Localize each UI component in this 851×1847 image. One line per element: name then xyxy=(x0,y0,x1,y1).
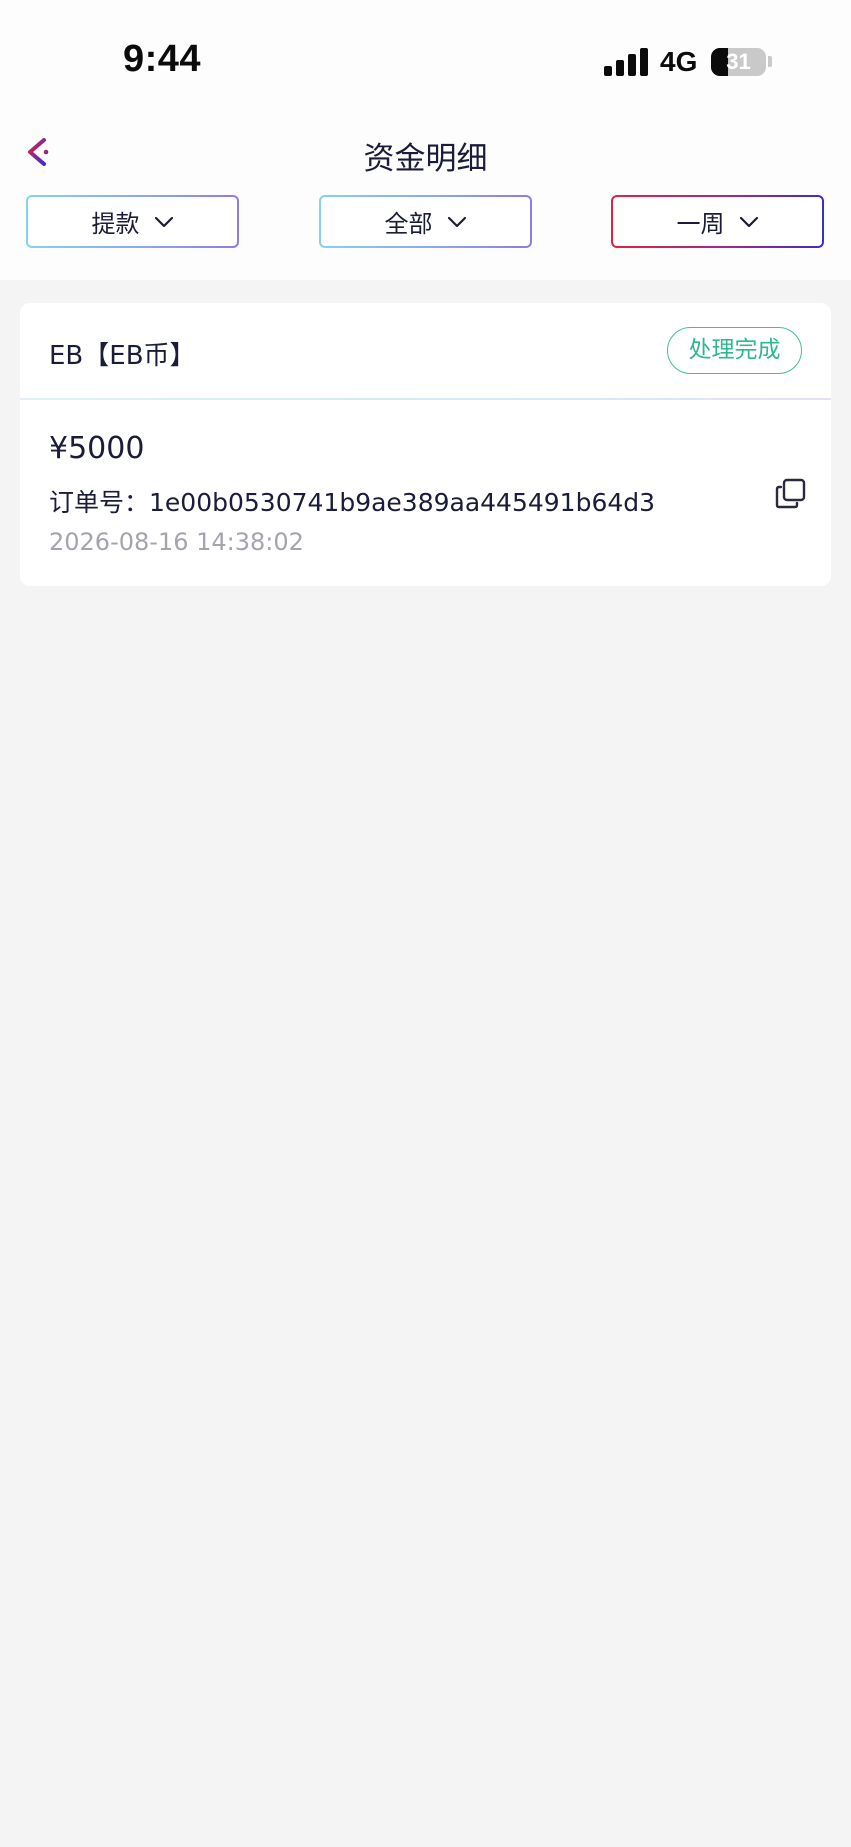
filter-period-inner: 一周 xyxy=(613,197,822,246)
battery-level: 31 xyxy=(726,49,751,74)
filter-status-inner: 全部 xyxy=(321,197,530,246)
chevron-down-icon xyxy=(154,216,173,227)
chevron-down-icon xyxy=(739,216,758,227)
order-number: 订单号：1e00b0530741b9ae389aa445491b64d3 xyxy=(49,483,655,519)
battery-icon: 31 xyxy=(711,48,766,76)
filter-type-dropdown[interactable]: 提款 xyxy=(26,195,239,248)
signal-icon xyxy=(604,48,648,76)
battery-tip xyxy=(768,56,772,67)
filter-period-label: 一周 xyxy=(676,210,725,238)
status-badge: 处理完成 xyxy=(667,327,802,374)
coin-name: EB【EB币】 xyxy=(49,341,196,371)
filter-status-label: 全部 xyxy=(384,210,433,238)
copy-icon[interactable] xyxy=(774,477,807,510)
status-time: 9:44 xyxy=(123,38,202,80)
network-label: 4G xyxy=(660,46,698,77)
order-id: 1e00b0530741b9ae389aa445491b64d3 xyxy=(149,488,656,517)
card-header: EB【EB币】 处理完成 xyxy=(20,303,831,399)
filter-period-dropdown[interactable]: 一周 xyxy=(611,195,824,248)
order-label: 订单号： xyxy=(49,488,150,517)
transaction-date: 2026-08-16 14:38:02 xyxy=(49,528,304,556)
card-divider xyxy=(20,398,831,400)
filter-status-dropdown[interactable]: 全部 xyxy=(319,195,532,248)
filter-type-inner: 提款 xyxy=(28,197,237,246)
page-title: 资金明细 xyxy=(363,141,488,177)
amount-value: ¥5000 xyxy=(49,431,145,466)
chevron-down-icon xyxy=(447,216,466,227)
transaction-card: EB【EB币】 处理完成 ¥5000 订单号：1e00b0530741b9ae3… xyxy=(20,303,831,586)
filter-type-label: 提款 xyxy=(91,210,140,238)
